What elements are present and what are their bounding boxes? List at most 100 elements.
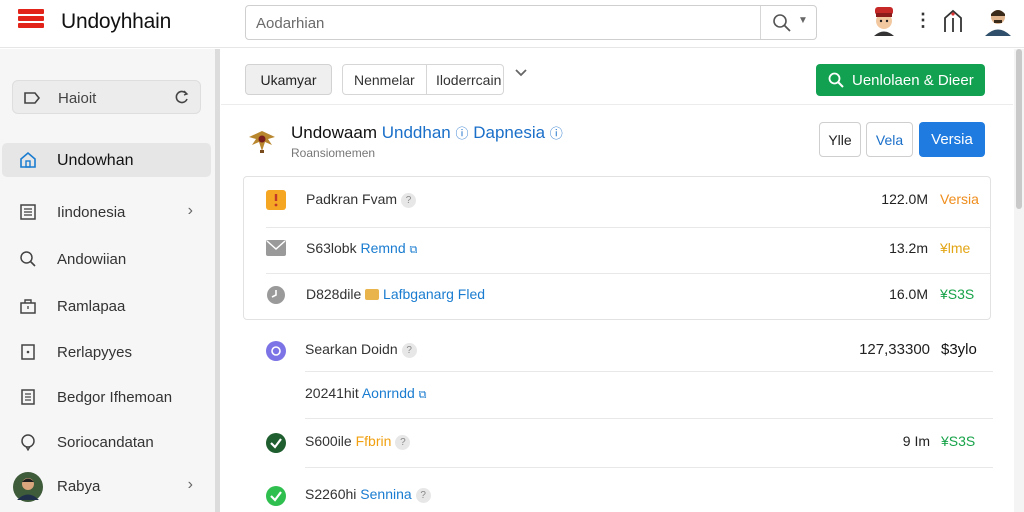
ylle-button[interactable]: Ylle (819, 122, 861, 157)
sidebar-item-undowhan[interactable]: Undowhan (2, 143, 211, 177)
sidebar-item-label: Iindonesia (57, 204, 126, 221)
copy-icon[interactable]: ⧉ (419, 389, 427, 401)
flag-logo-icon (18, 9, 44, 35)
more-options-icon[interactable]: ⋮ (914, 10, 932, 31)
row-link[interactable]: Sennina (360, 486, 411, 502)
search-icon (828, 72, 844, 88)
check-circle-icon (266, 486, 286, 506)
row-value: 122.0M (881, 191, 928, 207)
row-value: 9 Im (902, 433, 930, 449)
sidebar-item-label: Undowhan (57, 152, 134, 169)
scrollbar-thumb[interactable] (1016, 49, 1022, 209)
table-row[interactable]: Padkran Fvam? 122.0M Versia (266, 177, 979, 223)
help-icon: ? (415, 488, 431, 503)
profile-avatar-icon[interactable] (983, 6, 1013, 36)
entity-title-main: Undowaam (291, 123, 377, 142)
search-input[interactable] (256, 13, 756, 33)
row-tag: ¥lme (940, 240, 971, 256)
row-link[interactable]: Lafbganarg Fled (383, 286, 485, 302)
sidebar-item-label: Soriocandatan (57, 434, 154, 451)
document-icon (21, 389, 35, 405)
home-icon (20, 151, 36, 168)
row-name: Searkan Doidn (305, 341, 398, 357)
sidebar-item-label: Rerlapyyes (57, 344, 133, 361)
row-tag: $3ylo (941, 341, 977, 358)
sidebar-top-selector[interactable]: Haioit (12, 80, 201, 114)
help-icon: ? (395, 435, 411, 450)
sidebar-item-ramlapaa[interactable]: Ramlapaa (2, 289, 211, 323)
row-name: S2260hi (305, 486, 357, 502)
segmented-control: Nenmelar Iloderrcain (342, 64, 504, 95)
info-icon: ⓘ (455, 126, 469, 141)
summary-card: Padkran Fvam? 122.0M Versia S63lobk Remn… (243, 176, 991, 320)
search-box[interactable]: ▼ (245, 5, 817, 40)
row-link[interactable]: Ffbrin (356, 433, 392, 449)
main-content: Ukamyar Nenmelar Iloderrcain Uenlolaen &… (221, 49, 1013, 512)
pin-icon[interactable] (941, 8, 965, 34)
upload-button[interactable]: Uenlolaen & Dieer (816, 64, 985, 96)
versia-button[interactable]: Versia (919, 122, 985, 157)
ukamyar-button[interactable]: Ukamyar (245, 64, 332, 95)
row-name: S600ile (305, 433, 352, 449)
sidebar-item-label: Bedgor Ifhemoan (57, 389, 173, 406)
header-divider (221, 104, 1013, 105)
row-value: 13.2m (889, 240, 928, 256)
file-icon (21, 344, 35, 360)
sidebar-item-rerlapyyes[interactable]: Rerlapyyes (2, 335, 211, 369)
folder-icon (365, 289, 380, 300)
entity-title: Undowaam Unddhan ⓘ Dapnesia ⓘ (291, 123, 563, 143)
segment-iloderrcain[interactable]: Iloderrcain (436, 72, 501, 88)
sidebar: Haioit Undowhan Iindonesia › Andowiian R… (0, 49, 218, 512)
main-scrollbar[interactable] (1014, 49, 1024, 512)
refresh-icon[interactable] (174, 89, 190, 105)
upload-button-label: Uenlolaen & Dieer (852, 72, 974, 89)
sidebar-scrollbar[interactable] (215, 49, 220, 512)
sidebar-item-rabya[interactable]: Rabya › (2, 469, 211, 503)
table-row[interactable]: D828dile Lafbganarg Fled 16.0M ¥S3S (266, 272, 976, 318)
clock-icon (267, 286, 285, 304)
entity-title-link[interactable]: Unddhan (382, 123, 451, 142)
chevron-down-icon[interactable] (514, 65, 528, 79)
row-value: 16.0M (889, 286, 928, 302)
check-circle-icon (266, 433, 286, 453)
row-tag: Versia (940, 191, 979, 207)
bag-icon (20, 299, 36, 314)
chat-icon (21, 434, 35, 451)
list-icon (20, 204, 36, 220)
sidebar-item-bedgor[interactable]: Bedgor Ifhemoan (2, 380, 211, 414)
row-link[interactable]: Remnd (360, 240, 405, 256)
sidebar-item-label: Ramlapaa (57, 298, 126, 315)
top-bar: Undoyhhain ▼ ⋮ (0, 0, 1024, 48)
entity-subtitle: Roansiomemen (291, 146, 376, 160)
list-item[interactable]: Searkan Doidn? 127,33300 $3ylo (265, 327, 995, 373)
vela-button[interactable]: Vela (866, 122, 913, 157)
list-item[interactable]: S600ile Ffbrin? 9 Im ¥S3S (265, 419, 995, 465)
user-avatar-icon[interactable] (871, 6, 897, 36)
list-item[interactable]: S2260hi Sennina? (265, 472, 995, 512)
row-tag: ¥S3S (940, 286, 975, 302)
row-name: S63lobk (306, 240, 357, 256)
sidebar-item-andowiian[interactable]: Andowiian (2, 242, 211, 276)
segment-nenmelar[interactable]: Nenmelar (354, 72, 415, 88)
chevron-down-icon[interactable]: ▼ (798, 15, 808, 26)
table-row[interactable]: S63lobk Remnd ⧉ 13.2m ¥lme (266, 226, 976, 272)
garuda-emblem-icon (249, 131, 275, 153)
sidebar-item-soriocandatan[interactable]: Soriocandatan (2, 425, 211, 459)
user-circle-icon (266, 341, 286, 361)
sidebar-top-label: Haioit (58, 90, 97, 107)
mail-icon (266, 240, 286, 256)
row-link[interactable]: Aonrndd (362, 385, 415, 401)
sidebar-item-iindonesia[interactable]: Iindonesia › (2, 195, 211, 229)
list-item[interactable]: 20241hit Aonrndd ⧉ (265, 371, 995, 417)
help-icon: ? (401, 343, 417, 358)
sidebar-item-label: Andowiian (57, 251, 127, 268)
row-name: D828dile (306, 286, 362, 302)
tag-icon (24, 92, 41, 104)
help-icon: ⓘ (549, 126, 563, 141)
row-tag: ¥S3S (941, 433, 976, 449)
copy-icon[interactable]: ⧉ (410, 244, 418, 256)
search-icon (20, 251, 36, 267)
row-value: 127,33300 (859, 341, 930, 358)
search-icon[interactable] (772, 13, 792, 33)
entity-title-tail: Dapnesia (473, 123, 546, 142)
